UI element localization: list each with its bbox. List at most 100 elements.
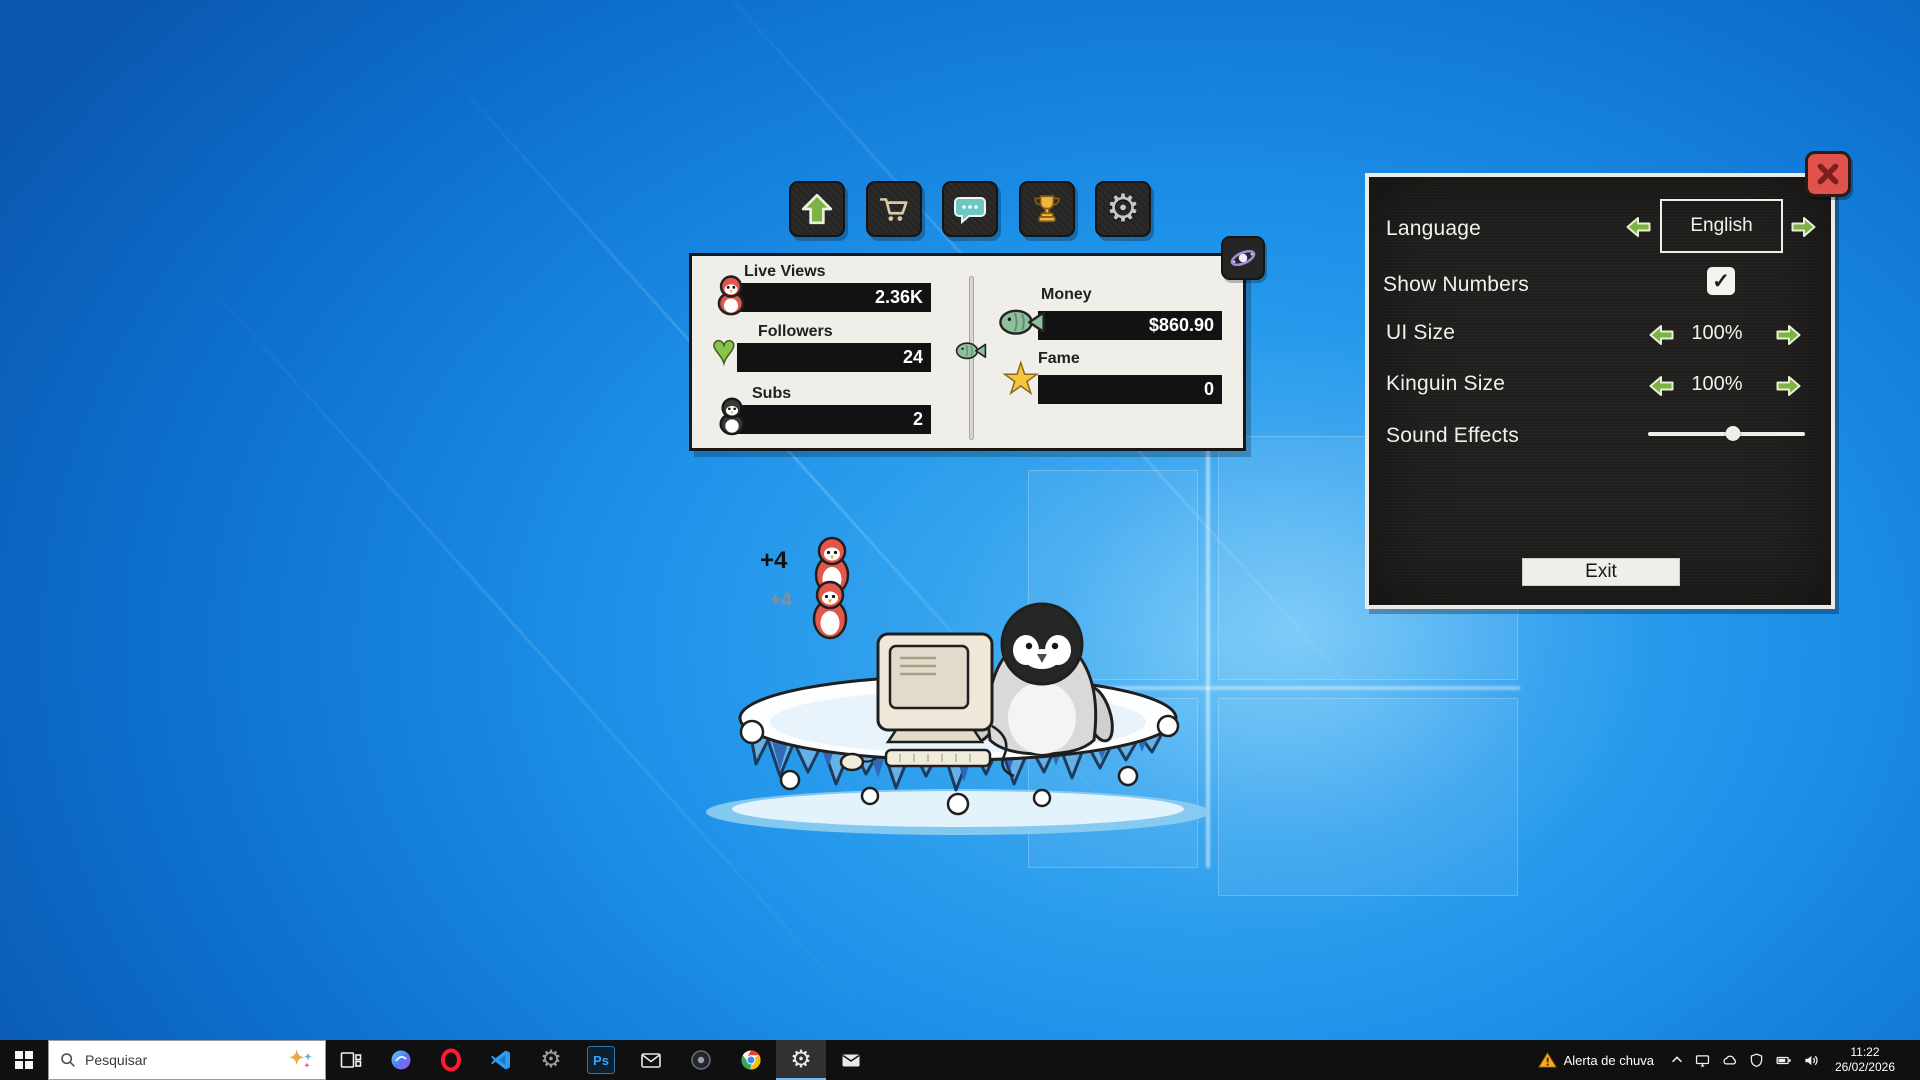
- followers-bar: 24: [737, 343, 931, 372]
- warning-triangle-icon: [1538, 1051, 1557, 1069]
- start-button[interactable]: [0, 1040, 48, 1080]
- money-label: Money: [1041, 286, 1092, 304]
- arrow-right-icon: [1790, 215, 1817, 239]
- taskbar-app-vscode[interactable]: [476, 1040, 526, 1080]
- mail-icon: [639, 1048, 663, 1072]
- search-icon: [59, 1051, 77, 1069]
- envelope-icon: [839, 1048, 863, 1072]
- tray-onedrive-button[interactable]: [1721, 1052, 1738, 1069]
- ui-size-increase-button[interactable]: [1775, 323, 1802, 347]
- language-prev-button[interactable]: [1625, 215, 1652, 239]
- subs-bar: 2: [737, 405, 931, 434]
- fish-slider[interactable]: [962, 276, 980, 440]
- taskbar-clock[interactable]: 11:22 26/02/2026: [1829, 1045, 1901, 1075]
- tray-battery-button[interactable]: [1775, 1052, 1792, 1069]
- exit-button-label: Exit: [1585, 561, 1617, 583]
- taskbar-app-kinguin-active[interactable]: ⚙: [776, 1040, 826, 1080]
- ui-size-label: UI Size: [1386, 321, 1455, 345]
- taskbar-app-gear[interactable]: ⚙: [526, 1040, 576, 1080]
- fish-slider-handle[interactable]: [955, 338, 987, 362]
- photoshop-glyph: Ps: [593, 1053, 609, 1068]
- chat-button[interactable]: [942, 181, 998, 237]
- wallpaper-window-pane: [1218, 698, 1518, 896]
- sound-effects-label: Sound Effects: [1386, 424, 1519, 448]
- shopping-cart-icon: [877, 192, 911, 226]
- opera-icon: [439, 1048, 463, 1072]
- chrome-icon: [739, 1048, 763, 1072]
- show-numbers-label: Show Numbers: [1383, 273, 1529, 297]
- notification-text: Alerta de chuva: [1564, 1053, 1654, 1068]
- exit-button[interactable]: Exit: [1522, 558, 1680, 586]
- fish-icon: [998, 304, 1046, 338]
- language-next-button[interactable]: [1790, 215, 1817, 239]
- taskbar-app-mail[interactable]: [626, 1040, 676, 1080]
- battery-icon: [1775, 1052, 1792, 1069]
- kinguin-size-label: Kinguin Size: [1386, 372, 1505, 396]
- floating-plus-counter-faded: +4: [770, 590, 792, 612]
- cloud-icon: [1721, 1052, 1738, 1069]
- volume-icon: [1802, 1052, 1819, 1069]
- money-value: $860.90: [1149, 315, 1214, 336]
- vscode-icon: [489, 1048, 513, 1072]
- windows-logo-icon: [15, 1051, 33, 1069]
- gear-icon: ⚙: [790, 1048, 812, 1072]
- desktop: ⚙ Live Views 2.36K Followers 24 ♥ Subs 2: [0, 0, 1920, 1080]
- achievements-button[interactable]: [1019, 181, 1075, 237]
- subs-value: 2: [913, 409, 923, 430]
- followers-label: Followers: [758, 323, 833, 341]
- chat-bubble-icon: [953, 194, 987, 224]
- taskbar-app-copilot[interactable]: [376, 1040, 426, 1080]
- sound-effects-slider[interactable]: [1648, 425, 1805, 443]
- upgrade-button[interactable]: [789, 181, 845, 237]
- shop-button[interactable]: [866, 181, 922, 237]
- tray-security-button[interactable]: [1748, 1052, 1765, 1069]
- subs-label: Subs: [752, 385, 791, 403]
- checkmark-icon: ✓: [1712, 271, 1730, 292]
- tray-display-button[interactable]: [1694, 1052, 1711, 1069]
- fame-label: Fame: [1038, 350, 1080, 368]
- language-value: English: [1690, 215, 1752, 237]
- photoshop-icon: Ps: [587, 1046, 615, 1074]
- chevron-up-icon: [1670, 1053, 1684, 1067]
- tray-volume-button[interactable]: [1802, 1052, 1819, 1069]
- black-penguin-icon: [716, 396, 748, 436]
- dark-circle-icon: [689, 1048, 713, 1072]
- cosmetics-button[interactable]: [1221, 236, 1265, 280]
- taskbar-app-recorder[interactable]: [676, 1040, 726, 1080]
- taskbar-app-envelope[interactable]: [826, 1040, 876, 1080]
- followers-value: 24: [903, 347, 923, 368]
- trophy-icon: [1030, 192, 1064, 226]
- clock-time: 11:22: [1835, 1045, 1895, 1060]
- notification-area[interactable]: Alerta de chuva: [1532, 1051, 1660, 1069]
- show-numbers-checkbox[interactable]: ✓: [1707, 267, 1735, 295]
- search-placeholder: Pesquisar: [85, 1052, 279, 1068]
- copilot-sparkle-icon: [287, 1048, 315, 1072]
- fame-bar: 0: [1038, 375, 1222, 404]
- sound-slider-handle[interactable]: [1725, 426, 1740, 441]
- ui-size-value: 100%: [1667, 322, 1767, 345]
- arrow-left-icon: [1625, 215, 1652, 239]
- copilot-icon: [389, 1048, 413, 1072]
- hidden-icons-button[interactable]: [1670, 1053, 1684, 1067]
- clock-date: 26/02/2026: [1835, 1060, 1895, 1075]
- arrow-right-icon: [1775, 374, 1802, 398]
- taskbar-app-opera[interactable]: [426, 1040, 476, 1080]
- arrow-right-icon: [1775, 323, 1802, 347]
- taskbar-search[interactable]: Pesquisar: [48, 1040, 326, 1080]
- task-view-button[interactable]: [326, 1040, 376, 1080]
- language-value-box: English: [1660, 199, 1783, 253]
- taskbar-app-chrome[interactable]: [726, 1040, 776, 1080]
- settings-button[interactable]: ⚙: [1095, 181, 1151, 237]
- money-bar: $860.90: [1038, 311, 1222, 340]
- taskbar-app-photoshop[interactable]: Ps: [576, 1040, 626, 1080]
- galaxy-icon: [1228, 243, 1258, 273]
- gear-icon: ⚙: [1106, 190, 1140, 228]
- new-follower-penguins: [814, 538, 848, 638]
- live-views-value: 2.36K: [875, 287, 923, 308]
- kinguin-size-increase-button[interactable]: [1775, 374, 1802, 398]
- live-views-bar: 2.36K: [737, 283, 931, 312]
- close-button[interactable]: [1805, 151, 1851, 197]
- language-label: Language: [1386, 217, 1481, 241]
- fame-value: 0: [1204, 379, 1214, 400]
- task-view-icon: [339, 1048, 363, 1072]
